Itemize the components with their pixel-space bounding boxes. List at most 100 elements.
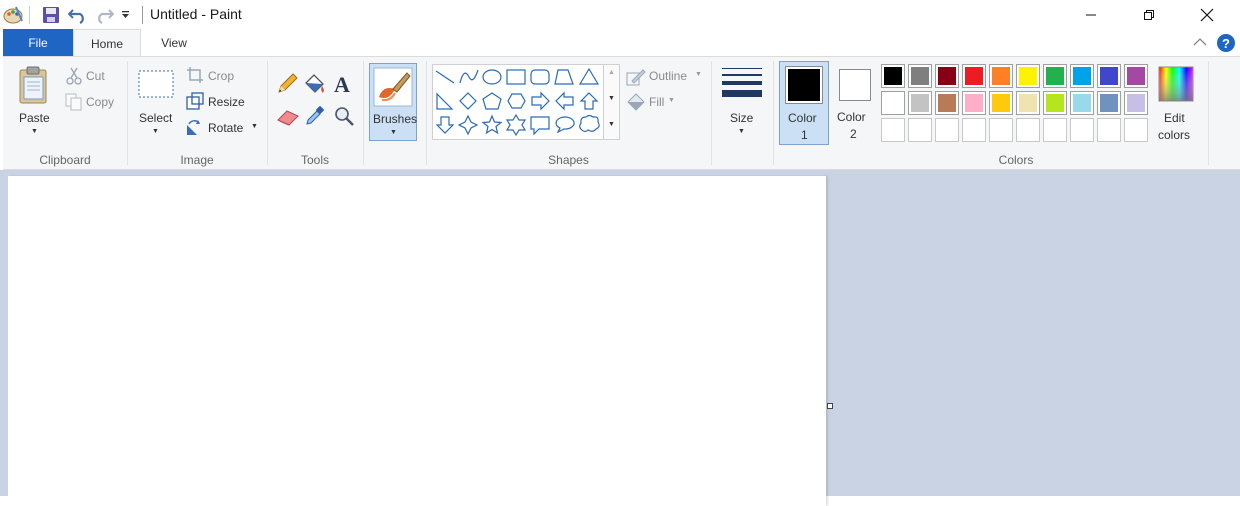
line-shape-icon[interactable] — [435, 70, 455, 84]
hexagon-shape-icon[interactable] — [507, 93, 526, 109]
rectangle-shape-icon[interactable] — [506, 69, 526, 85]
resize-button[interactable]: Resize — [208, 95, 245, 109]
undo-icon[interactable] — [68, 6, 88, 24]
restore-button[interactable] — [1126, 0, 1172, 29]
palette-swatch[interactable] — [1070, 91, 1094, 115]
cut-button[interactable]: Cut — [86, 69, 105, 83]
edit-colors-label-line1[interactable]: Edit — [1164, 111, 1185, 125]
four-point-star-shape-icon[interactable] — [457, 114, 479, 136]
tab-view[interactable]: View — [145, 29, 203, 57]
palette-swatch[interactable] — [1016, 64, 1040, 88]
oval-shape-icon[interactable] — [482, 69, 502, 85]
right-arrow-shape-icon[interactable] — [531, 91, 550, 111]
close-button[interactable] — [1184, 0, 1230, 29]
text-icon[interactable]: A — [331, 73, 353, 95]
magnifier-icon[interactable] — [333, 105, 355, 127]
rotate-dropdown-icon[interactable]: ▼ — [251, 123, 258, 130]
oval-callout-shape-icon[interactable] — [555, 116, 575, 134]
custom-color-slot[interactable] — [1097, 118, 1121, 142]
color2-button[interactable]: Color 2 — [835, 61, 881, 145]
edit-colors-icon[interactable] — [1158, 66, 1194, 102]
custom-color-slot[interactable] — [989, 118, 1013, 142]
size-label[interactable]: Size — [730, 111, 753, 125]
diamond-shape-icon[interactable] — [459, 92, 477, 110]
color1-button[interactable]: Color 1 — [779, 61, 829, 145]
six-point-star-shape-icon[interactable] — [505, 113, 527, 137]
palette-swatch[interactable] — [962, 64, 986, 88]
down-arrow-shape-icon[interactable] — [435, 116, 455, 134]
cloud-callout-shape-icon[interactable] — [579, 114, 600, 133]
palette-swatch[interactable] — [1016, 91, 1040, 115]
palette-swatch[interactable] — [881, 91, 905, 115]
size-dropdown-icon[interactable]: ▼ — [738, 128, 745, 135]
custom-color-slot[interactable] — [935, 118, 959, 142]
palette-swatch[interactable] — [1070, 64, 1094, 88]
collapse-ribbon-icon[interactable] — [1193, 37, 1207, 47]
save-icon[interactable] — [42, 6, 60, 24]
custom-color-slot[interactable] — [881, 118, 905, 142]
palette-swatch[interactable] — [935, 91, 959, 115]
palette-swatch[interactable] — [1124, 64, 1148, 88]
brushes-button[interactable]: Brushes ▼ — [369, 63, 417, 141]
palette-swatch[interactable] — [1043, 64, 1067, 88]
custom-color-slot[interactable] — [1016, 118, 1040, 142]
shapes-scrollbar[interactable]: ▲ ▼ ▼ — [603, 65, 619, 139]
palette-swatch[interactable] — [1097, 91, 1121, 115]
custom-color-slot[interactable] — [1124, 118, 1148, 142]
five-point-star-shape-icon[interactable] — [481, 114, 503, 135]
crop-button[interactable]: Crop — [208, 69, 234, 83]
palette-swatch[interactable] — [989, 64, 1013, 88]
palette-swatch[interactable] — [881, 64, 905, 88]
fill-bucket-icon[interactable] — [303, 72, 327, 96]
outline-dropdown-icon[interactable]: ▼ — [695, 71, 702, 78]
pencil-icon[interactable] — [276, 73, 298, 95]
custom-color-slot[interactable] — [962, 118, 986, 142]
rectangular-callout-shape-icon[interactable] — [530, 116, 550, 136]
curve-shape-icon[interactable] — [459, 69, 479, 84]
paint-app-icon[interactable] — [2, 5, 24, 25]
tab-file[interactable]: File — [3, 29, 73, 57]
palette-swatch[interactable] — [1124, 91, 1148, 115]
canvas-resize-handle[interactable] — [827, 403, 833, 409]
right-triangle-shape-icon[interactable] — [436, 92, 454, 110]
palette-swatch[interactable] — [1043, 91, 1067, 115]
rounded-rectangle-shape-icon[interactable] — [530, 69, 550, 85]
custom-color-slot[interactable] — [1043, 118, 1067, 142]
paste-icon[interactable] — [17, 65, 51, 105]
expand-gallery-icon[interactable]: ▼ — [608, 121, 615, 128]
help-icon[interactable]: ? — [1216, 33, 1236, 53]
color-picker-icon[interactable] — [304, 105, 326, 127]
paste-dropdown-icon[interactable]: ▼ — [31, 128, 38, 135]
fill-dropdown-icon[interactable]: ▼ — [668, 97, 675, 104]
customize-dropdown-icon[interactable] — [121, 11, 130, 19]
select-icon[interactable] — [137, 69, 175, 99]
palette-swatch[interactable] — [935, 64, 959, 88]
canvas-workspace[interactable] — [0, 170, 1240, 506]
triangle-shape-icon[interactable] — [578, 67, 600, 85]
palette-swatch[interactable] — [1097, 64, 1121, 88]
copy-button[interactable]: Copy — [86, 95, 114, 109]
size-icon[interactable] — [721, 67, 763, 101]
select-dropdown-icon[interactable]: ▼ — [152, 128, 159, 135]
scroll-up-icon[interactable]: ▲ — [608, 69, 615, 76]
rotate-button[interactable]: Rotate — [208, 121, 243, 135]
outline-button[interactable]: Outline — [649, 69, 687, 83]
palette-swatch[interactable] — [962, 91, 986, 115]
paste-label[interactable]: Paste — [19, 111, 50, 125]
eraser-icon[interactable] — [276, 108, 300, 126]
polygon-shape-icon[interactable] — [554, 69, 574, 85]
pentagon-shape-icon[interactable] — [482, 92, 502, 110]
palette-swatch[interactable] — [908, 64, 932, 88]
scroll-down-icon[interactable]: ▼ — [608, 95, 615, 102]
fill-button[interactable]: Fill — [649, 95, 664, 109]
edit-colors-label-line2[interactable]: colors — [1158, 128, 1190, 142]
drawing-canvas[interactable] — [8, 176, 826, 506]
select-label[interactable]: Select — [139, 111, 172, 125]
palette-swatch[interactable] — [908, 91, 932, 115]
left-arrow-shape-icon[interactable] — [555, 91, 574, 111]
tab-home[interactable]: Home — [73, 29, 141, 57]
custom-color-slot[interactable] — [908, 118, 932, 142]
redo-icon[interactable] — [94, 6, 114, 24]
minimize-button[interactable] — [1068, 0, 1114, 29]
custom-color-slot[interactable] — [1070, 118, 1094, 142]
